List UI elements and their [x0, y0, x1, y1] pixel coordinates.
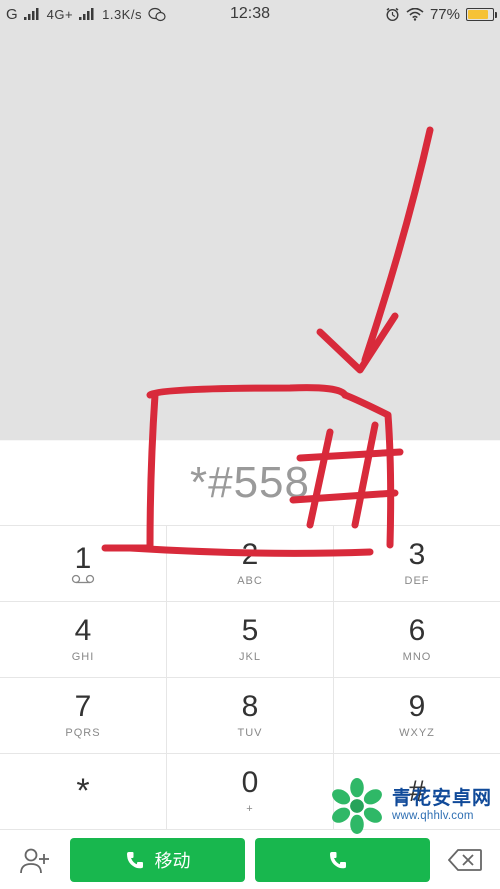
- key-digit: 2: [242, 540, 259, 570]
- phone-icon: [328, 850, 348, 870]
- phone-icon: [125, 850, 145, 870]
- key-sub: JKL: [239, 651, 261, 663]
- key-digit: 3: [409, 540, 426, 570]
- key-digit: 4: [75, 616, 92, 646]
- wifi-icon: [406, 8, 424, 21]
- key-digit: 6: [409, 616, 426, 646]
- signal-bars-icon: [24, 8, 41, 20]
- battery-percent: 77%: [430, 6, 460, 23]
- key-0[interactable]: 0 +: [167, 753, 334, 829]
- key-6[interactable]: 6 MNO: [334, 601, 500, 677]
- dialed-number-value: *#558: [190, 458, 310, 508]
- add-contact-icon: [19, 846, 51, 874]
- key-digit: #: [409, 777, 426, 807]
- bottom-action-bar: 移动: [0, 829, 500, 889]
- key-7[interactable]: 7 PQRS: [0, 677, 167, 753]
- key-3[interactable]: 3 DEF: [334, 525, 500, 601]
- backspace-button[interactable]: [440, 848, 490, 872]
- key-sub: PQRS: [65, 727, 100, 739]
- key-hash[interactable]: #: [334, 753, 500, 829]
- call-sim2-button[interactable]: [255, 838, 430, 882]
- key-sub: GHI: [72, 651, 95, 663]
- key-sub: +: [246, 803, 253, 815]
- empty-content-area: [0, 28, 500, 440]
- dialpad: 1 2 ABC 3 DEF 4 GHI 5: [0, 525, 500, 829]
- key-sub: TUV: [238, 727, 263, 739]
- key-4[interactable]: 4 GHI: [0, 601, 167, 677]
- status-bar: G 4G+ 1.3K/s 12:38: [0, 0, 500, 28]
- status-left-cluster: G 4G+ 1.3K/s: [6, 6, 166, 23]
- wechat-icon: [148, 7, 166, 22]
- key-digit: 7: [75, 692, 92, 722]
- key-sub: DEF: [405, 575, 430, 587]
- alarm-icon: [385, 7, 400, 22]
- key-digit: 0: [242, 768, 259, 798]
- key-5[interactable]: 5 JKL: [167, 601, 334, 677]
- data-speed: 1.3K/s: [102, 7, 142, 22]
- key-8[interactable]: 8 TUV: [167, 677, 334, 753]
- status-right-cluster: 77%: [385, 6, 494, 23]
- call-sim1-button[interactable]: 移动: [70, 838, 245, 882]
- signal-bars-icon: [79, 8, 96, 20]
- backspace-icon: [448, 848, 482, 872]
- key-sub: MNO: [403, 651, 432, 663]
- key-sub: ABC: [237, 575, 263, 587]
- key-digit: 5: [242, 616, 259, 646]
- voicemail-icon: [71, 574, 95, 584]
- network-mode: 4G+: [47, 7, 73, 22]
- add-contact-button[interactable]: [10, 846, 60, 874]
- call-sim1-label: 移动: [155, 847, 191, 873]
- key-digit: 9: [409, 692, 426, 722]
- key-digit: *: [76, 772, 89, 811]
- carrier-prefix: G: [6, 6, 18, 23]
- key-star[interactable]: *: [0, 753, 167, 829]
- key-sub: WXYZ: [399, 727, 435, 739]
- battery-icon: [466, 8, 494, 21]
- dialed-number-display: *#558: [0, 440, 500, 525]
- key-digit: 1: [75, 544, 92, 574]
- key-9[interactable]: 9 WXYZ: [334, 677, 500, 753]
- key-2[interactable]: 2 ABC: [167, 525, 334, 601]
- key-1[interactable]: 1: [0, 525, 167, 601]
- key-digit: 8: [242, 692, 259, 722]
